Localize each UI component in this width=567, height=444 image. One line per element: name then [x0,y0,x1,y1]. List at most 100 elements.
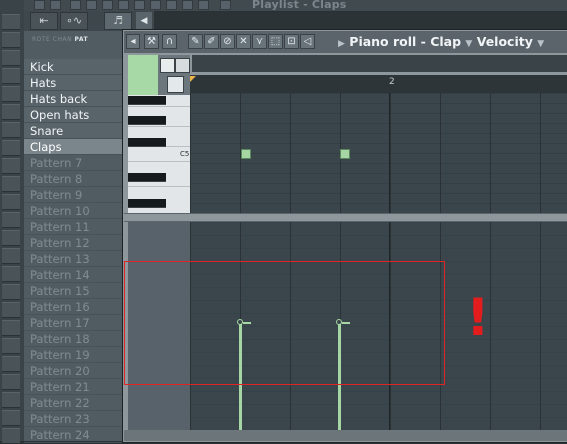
pencil-icon[interactable] [175,58,190,73]
toolbar-button[interactable] [166,0,177,10]
pattern-item[interactable]: Pattern 10 [24,203,124,219]
zoom-icon[interactable]: ⊡ [284,34,299,49]
draw-icon[interactable]: ✎ [188,34,203,49]
strip-cell [2,122,20,138]
strip-cell [2,320,20,336]
chevron-down-icon[interactable]: ▼ [465,39,472,49]
tab-scroll-left-icon[interactable]: ◀ [136,12,152,30]
editor-splitter[interactable] [124,213,567,222]
black-key[interactable] [128,173,166,182]
piano-roll-title[interactable]: ▶ Piano roll - Clap ▼ Velocity ▼ [338,32,544,54]
strip-cell [2,266,20,282]
pattern-item[interactable]: Hats back [24,91,124,107]
browser-mode-switch[interactable]: ROTE CHAN PAT [32,36,88,43]
strip-cell [2,14,20,30]
mode-pat[interactable]: PAT [75,36,89,43]
bottom-scrollbar[interactable] [124,430,567,441]
pattern-item[interactable]: Pattern 8 [24,171,124,187]
pattern-item[interactable]: Kick [24,59,124,75]
toolbar-button[interactable] [220,0,231,10]
bar-number: 2 [389,77,395,87]
toolbar-button[interactable] [86,0,97,10]
pattern-item[interactable]: Pattern 12 [24,235,124,251]
pattern-item[interactable]: Pattern 23 [24,411,124,427]
strip-cell [2,284,20,300]
playback-icon[interactable]: ◁ [300,34,315,49]
mode-rote[interactable]: ROTE [32,36,50,43]
channel-color-swatch [128,55,158,95]
browser-tab-icon[interactable]: ♬ [104,12,132,30]
black-key[interactable] [128,96,166,105]
black-key[interactable] [128,138,166,147]
pattern-item[interactable]: Pattern 22 [24,395,124,411]
toolbar-button[interactable] [102,0,113,10]
pattern-item[interactable]: Pattern 13 [24,251,124,267]
pattern-item[interactable]: Hats [24,75,124,91]
toolbar-button[interactable] [50,0,61,10]
strip-cell [2,140,20,156]
browser-tab-icon[interactable]: ∘∿ [60,12,88,30]
browser-tab-icon[interactable]: ⇤ [30,12,58,30]
stamp-icon[interactable] [160,58,175,73]
strip-cell [2,338,20,354]
toolbar-button[interactable] [118,0,129,10]
pattern-item[interactable]: Pattern 20 [24,363,124,379]
note[interactable] [340,149,350,159]
pattern-item[interactable]: Pattern 15 [24,283,124,299]
playlist-title: Playlist - Claps [252,0,347,11]
toolbar-button[interactable] [34,0,45,10]
pattern-item[interactable]: Pattern 16 [24,299,124,315]
piano-view-icon[interactable] [167,76,184,93]
paint-icon[interactable]: ✐ [204,34,219,49]
strip-cell [2,158,20,174]
key-divider [128,106,190,107]
strip-cell [2,248,20,264]
toolbar-button[interactable] [182,0,193,10]
mode-chan[interactable]: CHAN [53,36,72,43]
pattern-item[interactable]: Pattern 18 [24,331,124,347]
pattern-item[interactable]: Pattern 17 [24,315,124,331]
strip-cell [2,50,20,66]
key-divider [128,161,190,162]
pattern-item[interactable]: Pattern 21 [24,379,124,395]
menu-arrow-icon[interactable]: ◂ [126,34,140,49]
pattern-item[interactable]: Pattern 19 [24,347,124,363]
playhead-marker[interactable] [190,76,196,82]
toolbar-button[interactable] [150,0,161,10]
magnet-icon[interactable]: ∩ [162,34,177,49]
pattern-item[interactable]: Snare [24,123,124,139]
pattern-item[interactable]: Open hats [24,107,124,123]
strip-cell [2,428,20,444]
toolbar-button[interactable] [134,0,145,10]
left-edge-panel [0,0,24,444]
wrench-icon[interactable]: ⚒ [144,34,159,49]
strip-cell [2,68,20,84]
strip-cell [2,176,20,192]
pattern-item[interactable]: Pattern 7 [24,155,124,171]
black-key[interactable] [128,199,166,208]
strip-cell [2,410,20,426]
highlight-box [124,261,445,385]
pattern-item[interactable]: Pattern 9 [24,187,124,203]
strip-cell [2,32,20,48]
black-key[interactable] [128,116,166,125]
pattern-item[interactable]: Pattern 14 [24,267,124,283]
delete-icon[interactable]: ⊘ [220,34,235,49]
note[interactable] [241,149,251,159]
strip-cell [2,374,20,390]
pattern-item[interactable]: Claps [24,139,124,155]
event-target[interactable]: Velocity [477,34,533,49]
select-icon[interactable]: ⬚ [268,34,283,49]
time-ruler[interactable]: 2 [190,75,567,93]
strip-cell [2,230,20,246]
strip-cell [2,212,20,228]
pattern-item[interactable]: Pattern 11 [24,219,124,235]
slice-icon[interactable]: ⋎ [252,34,267,49]
piano-roll-channel[interactable]: Piano roll - Clap [349,34,461,49]
horizontal-scroll[interactable] [192,55,567,72]
key-label: C5 [180,150,190,158]
mute-icon[interactable]: ✕ [236,34,251,49]
toolbar-button[interactable] [70,0,81,10]
toolbar-button[interactable] [198,0,209,10]
chevron-down-icon[interactable]: ▼ [537,39,544,49]
